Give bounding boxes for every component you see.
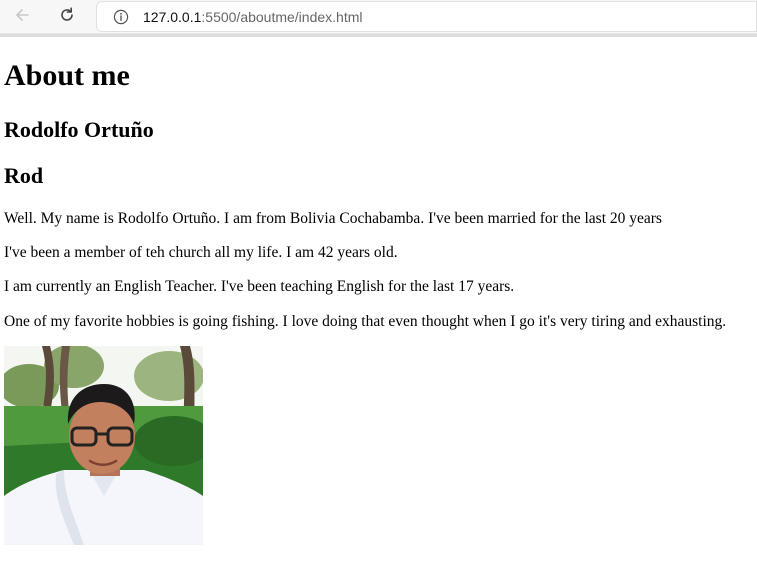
url-path: :5500/aboutme/index.html <box>201 8 363 25</box>
person-nickname: Rod <box>4 163 44 188</box>
paragraph-hobbies: One of my favorite hobbies is going fish… <box>4 313 727 330</box>
profile-photo <box>4 346 203 545</box>
paragraph-intro: Well. My name is Rodolfo Ortuño. I am fr… <box>4 210 662 227</box>
paragraph-church: I've been a member of teh church all my … <box>4 244 398 261</box>
info-icon[interactable] <box>113 9 129 25</box>
page-title: About me <box>4 59 130 92</box>
back-button[interactable] <box>8 4 36 30</box>
url-host: 127.0.0.1 <box>143 8 202 25</box>
address-bar[interactable]: 127.0.0.1:5500/aboutme/index.html <box>96 1 757 32</box>
toolbar-divider <box>0 34 757 37</box>
person-name: Rodolfo Ortuño <box>4 117 154 142</box>
browser-toolbar: 127.0.0.1:5500/aboutme/index.html <box>0 0 757 34</box>
reload-button[interactable] <box>53 4 81 30</box>
arrow-left-icon <box>13 6 31 29</box>
reload-icon <box>58 6 76 29</box>
paragraph-work: I am currently an English Teacher. I've … <box>4 278 515 295</box>
